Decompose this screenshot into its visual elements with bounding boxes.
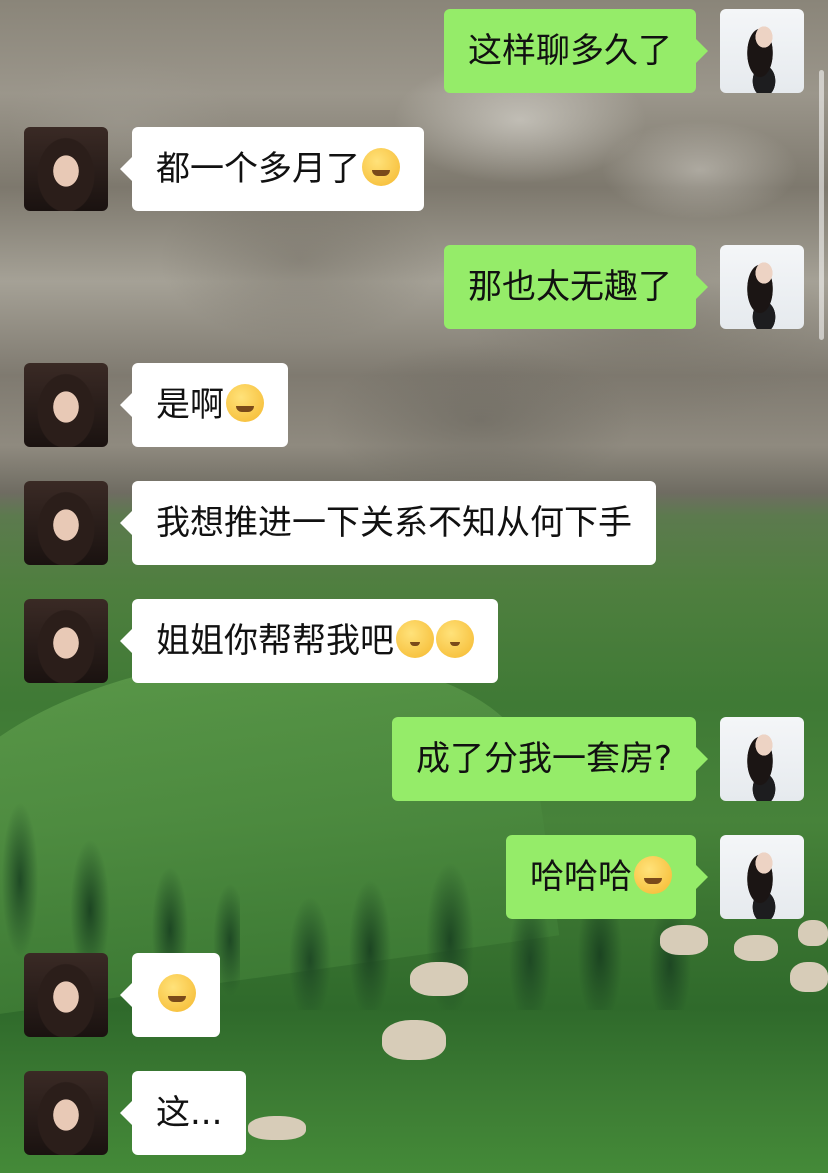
background-sheep xyxy=(734,935,778,961)
message-text: 这样聊多久了 xyxy=(468,31,672,71)
message-row-sent: 哈哈哈 xyxy=(506,835,804,919)
contact-avatar[interactable] xyxy=(24,1071,108,1155)
message-row-sent: 成了分我一套房? xyxy=(391,717,804,801)
message-row-sent: 那也太无趣了 xyxy=(444,245,804,329)
message-bubble-received[interactable]: 都一个多月了 xyxy=(120,127,424,211)
message-bubble-received[interactable]: 姐姐你帮帮我吧 xyxy=(120,599,498,683)
message-text: 成了分我一套房? xyxy=(415,739,672,779)
message-bubble-sent[interactable]: 哈哈哈 xyxy=(506,835,708,919)
message-text: 都一个多月了 xyxy=(156,149,360,189)
message-text: 我想推进一下关系不知从何下手 xyxy=(156,503,632,543)
background-sheep xyxy=(248,1116,306,1140)
thinking-face-emoji-icon xyxy=(634,856,672,894)
message-row-received: 这... xyxy=(24,1071,247,1155)
message-row-received xyxy=(24,953,220,1037)
contact-avatar[interactable] xyxy=(24,363,108,447)
contact-avatar[interactable] xyxy=(24,953,108,1037)
message-bubble-sent[interactable]: 这样聊多久了 xyxy=(444,9,708,93)
pleading-face-emoji-icon xyxy=(396,620,434,658)
pleading-face-emoji-icon xyxy=(436,620,474,658)
message-bubble-received[interactable]: 是啊 xyxy=(120,363,288,447)
crying-laughing-emoji-icon xyxy=(158,974,196,1012)
scrollbar[interactable] xyxy=(819,70,824,340)
message-row-received: 我想推进一下关系不知从何下手 xyxy=(24,481,656,565)
my-avatar[interactable] xyxy=(720,9,804,93)
my-avatar[interactable] xyxy=(720,245,804,329)
my-avatar[interactable] xyxy=(720,835,804,919)
message-bubble-sent[interactable]: 那也太无趣了 xyxy=(444,245,708,329)
message-text: 姐姐你帮帮我吧 xyxy=(156,621,394,661)
background-sheep xyxy=(382,1020,446,1060)
contact-avatar[interactable] xyxy=(24,599,108,683)
message-bubble-received[interactable]: 这... xyxy=(119,1071,247,1155)
contact-avatar[interactable] xyxy=(24,127,108,211)
message-text: 这... xyxy=(156,1093,223,1133)
message-text: 哈哈哈 xyxy=(530,857,632,897)
message-row-sent: 这样聊多久了 xyxy=(444,9,804,93)
tears-of-joy-emoji-icon xyxy=(226,384,264,422)
background-sheep xyxy=(660,925,708,955)
chat-screen: 这样聊多久了 都一个多月了 那也太无趣了 是啊 我想推进一下关系不知从何下手 姐… xyxy=(0,0,828,1173)
message-row-received: 姐姐你帮帮我吧 xyxy=(24,599,498,683)
my-avatar[interactable] xyxy=(720,717,804,801)
message-bubble-received[interactable] xyxy=(120,953,220,1037)
message-bubble-received[interactable]: 我想推进一下关系不知从何下手 xyxy=(120,481,656,565)
message-bubble-sent[interactable]: 成了分我一套房? xyxy=(391,717,709,801)
contact-avatar[interactable] xyxy=(24,481,108,565)
background-sheep xyxy=(798,920,828,946)
message-text: 是啊 xyxy=(156,385,224,425)
message-row-received: 是啊 xyxy=(24,363,288,447)
background-sheep xyxy=(410,962,468,996)
message-text: 那也太无趣了 xyxy=(468,267,672,307)
background-sheep xyxy=(790,962,828,992)
message-row-received: 都一个多月了 xyxy=(24,127,424,211)
crying-laughing-emoji-icon xyxy=(362,148,400,186)
